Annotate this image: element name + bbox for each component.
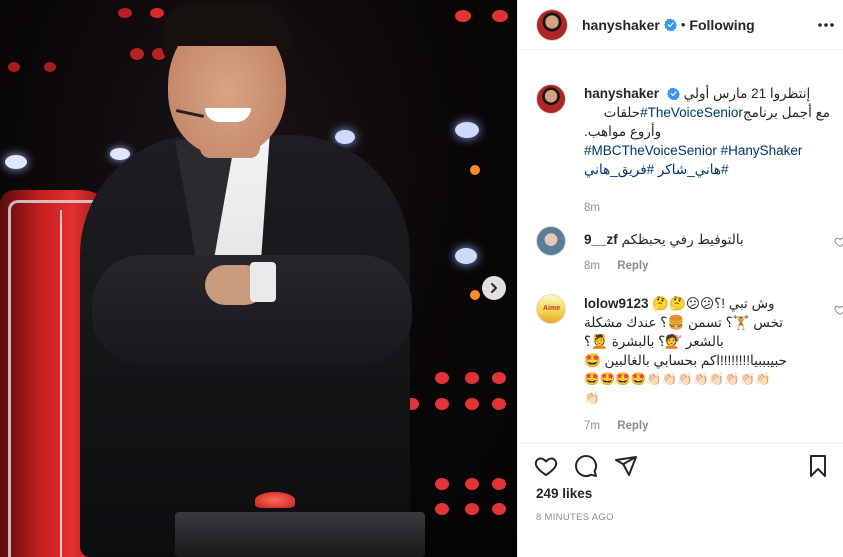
caption: hanyshaker إنتظروا 21 مارس أولي مع أجمل … (536, 84, 836, 214)
reply-button[interactable]: Reply (617, 260, 648, 272)
share-icon[interactable] (614, 454, 638, 478)
post-side-panel: hanyshaker • Following hanyshaker إنتظرو… (517, 0, 843, 557)
verified-badge-icon (666, 87, 680, 100)
comment-text: 👏🏻 (584, 391, 600, 405)
comment-text: بالشعر 💇؟ بالبشرة 💆؟ (584, 334, 724, 349)
avatar[interactable]: Aime (536, 294, 566, 324)
post-photo[interactable] (0, 0, 517, 557)
verified-badge-icon (663, 18, 677, 31)
comment-text: 🤩🤩🤩🤩👏🏻👏🏻👏🏻👏🏻👏🏻👏🏻👏🏻👏🏻 (584, 372, 771, 386)
comment-username[interactable]: 9__zf (584, 232, 618, 247)
avatar[interactable] (536, 8, 568, 41)
action-bar (518, 443, 843, 483)
caption-line: وأروع مواهب. (584, 124, 662, 139)
caption-username[interactable]: hanyshaker (584, 86, 659, 101)
comment-text: 🤔🤔😕😕وش تبي !؟ (652, 296, 775, 311)
comment-text: حبيبببيا!!!!!!!!اكم بحسابي بالغالبين 🤩 (584, 353, 787, 368)
hashtag-link[interactable]: #هاني_شاكر #فريق_هاني (584, 160, 830, 179)
comment-item: 9__zf بالتوفيط رفي يحبظكم 8m Reply (536, 226, 843, 276)
chevron-right-icon[interactable] (482, 276, 506, 300)
heart-icon[interactable] (834, 236, 843, 248)
comment-text: تخس 🏋️؟ تسمن 🍔؟ عندك مشكلة (584, 315, 784, 330)
bookmark-icon[interactable] (806, 454, 830, 478)
heart-icon[interactable] (834, 304, 843, 316)
comment-text: بالتوفيط رفي يحبظكم (621, 232, 744, 247)
separator-dot: • (680, 17, 686, 32)
username-link[interactable]: hanyshaker (582, 17, 660, 33)
caption-line: إنتظروا 21 مارس أولي (683, 86, 811, 101)
following-button[interactable]: Following (689, 17, 754, 33)
comments-list[interactable]: hanyshaker إنتظروا 21 مارس أولي مع أجمل … (518, 70, 843, 442)
reply-button[interactable]: Reply (617, 420, 648, 432)
avatar[interactable] (536, 226, 566, 256)
heart-icon[interactable] (534, 454, 558, 478)
comment-time: 8m (584, 260, 600, 272)
comment-username[interactable]: lolow9123 (584, 296, 649, 311)
comment-time: 7m (584, 420, 600, 432)
post-timestamp: 8 MINUTES AGO (536, 512, 614, 523)
comment-icon[interactable] (574, 454, 598, 478)
caption-line: حلقات (603, 105, 641, 120)
caption-time: 8m (584, 202, 600, 214)
hashtag-link[interactable]: #TheVoiceSenior (640, 105, 743, 120)
caption-line: مع أجمل برنامج (742, 105, 830, 120)
hashtag-link[interactable]: #MBCTheVoiceSenior #HanyShaker (584, 141, 830, 160)
post-header: hanyshaker • Following (518, 0, 843, 50)
likes-count[interactable]: 249 likes (536, 486, 592, 501)
more-icon[interactable] (816, 16, 836, 34)
comment-item: Aime lolow9123 🤔🤔😕😕وش تبي !؟ تخس 🏋️؟ تسم… (536, 294, 843, 442)
avatar[interactable] (536, 84, 566, 114)
